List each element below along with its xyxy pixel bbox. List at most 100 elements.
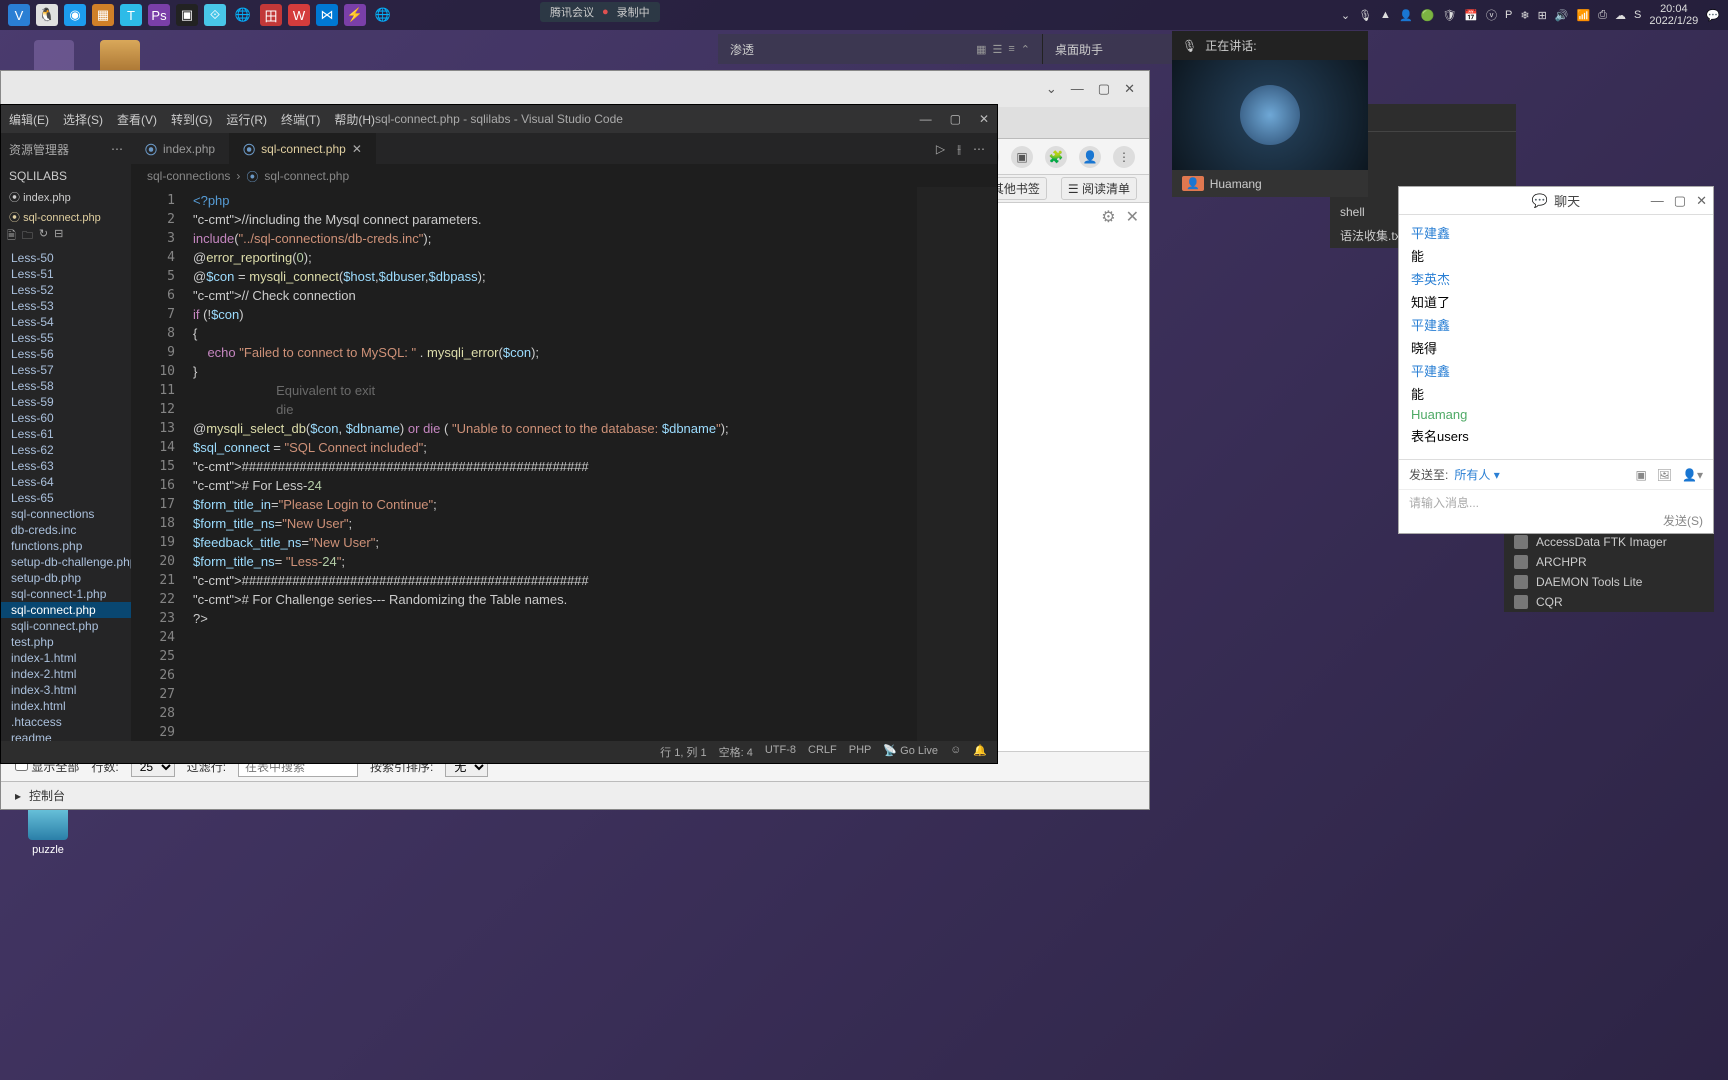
collapse-icon[interactable]: ⊟ [54,227,63,246]
breadcrumb-item[interactable]: sql-connect.php [264,169,349,183]
tray-icon[interactable]: ☁ [1615,9,1626,22]
tree-item[interactable]: sql-connect-1.php [1,586,131,602]
tray-icon[interactable]: 👤 [1399,9,1413,22]
tree-item[interactable]: Less-56 [1,346,131,362]
app-list-item[interactable]: ARCHPR [1504,552,1714,572]
taskbar-app-icon[interactable]: ⋈ [316,4,338,26]
tree-item[interactable]: index-1.html [1,650,131,666]
tree-item[interactable]: Less-52 [1,282,131,298]
tree-item[interactable]: Less-60 [1,410,131,426]
taskbar-app-icon[interactable]: V [8,4,30,26]
tree-item[interactable]: Less-63 [1,458,131,474]
tree-item[interactable]: Less-53 [1,298,131,314]
close-icon[interactable]: ✕ [979,112,989,126]
tree-item[interactable]: Less-57 [1,362,131,378]
tree-item[interactable]: Less-61 [1,426,131,442]
tree-item[interactable]: Less-55 [1,330,131,346]
tray-icon[interactable]: 🛡 [1442,9,1456,22]
taskbar-app-icon[interactable]: Ps [148,4,170,26]
encoding-status[interactable]: UTF-8 [765,744,796,760]
menu-item[interactable]: 运行(R) [226,111,267,128]
language-status[interactable]: PHP [849,744,872,760]
golive-status[interactable]: 📡 Go Live [883,744,938,760]
tray-icon[interactable]: 🟢 [1421,9,1435,22]
system-clock[interactable]: 20:04 2022/1/29 [1649,3,1698,27]
chat-titlebar[interactable]: 💬 聊天 —▢✕ [1399,187,1713,215]
tree-item[interactable]: setup-db.php [1,570,131,586]
indent-status[interactable]: 空格: 4 [719,744,753,760]
app-list-item[interactable]: DAEMON Tools Lite [1504,572,1714,592]
tree-item[interactable]: db-creds.inc [1,522,131,538]
taskbar-app-icon[interactable]: T [120,4,142,26]
menu-item[interactable]: 编辑(E) [9,111,49,128]
tree-item[interactable]: setup-db-challenge.php [1,554,131,570]
close-icon[interactable]: ✕ [1126,207,1139,227]
new-file-icon[interactable]: 🗎 [7,227,16,246]
tree-item[interactable]: sql-connections [1,506,131,522]
profile-avatar[interactable]: 👤 [1079,146,1101,168]
tree-item[interactable]: index.html [1,698,131,714]
editor-tab-active[interactable]: ⦿sql-connect.php ✕ [229,133,376,165]
app-list-item[interactable]: CQR [1504,592,1714,612]
app-list-item[interactable]: AccessData FTK Imager [1504,532,1714,552]
chat-messages[interactable]: 平建鑫能李英杰知道了平建鑫晓得平建鑫能Huamang表名users [1399,215,1713,459]
open-editor-item[interactable]: ⦿ sql-connect.php [9,209,101,225]
screenshot-icon[interactable]: ▣ [1635,468,1646,482]
tree-item[interactable]: .htaccess [1,714,131,730]
split-editor-icon[interactable]: ⫲ [957,142,961,157]
breadcrumb-item[interactable]: sql-connections [147,169,230,183]
tray-icon[interactable]: ▲ [1380,9,1391,21]
phpmyadmin-console[interactable]: ▸ 控制台 [1,781,1149,809]
toolbar-icon[interactable]: ▣ [1011,146,1033,168]
menu-item[interactable]: 查看(V) [117,111,157,128]
close-icon[interactable]: ✕ [1696,193,1707,209]
console-toggle-icon[interactable]: ▸ [15,789,21,803]
menu-item[interactable]: 终端(T) [281,111,320,128]
tree-item[interactable]: Less-58 [1,378,131,394]
tray-icon[interactable]: ⓥ [1486,7,1497,23]
tray-icon[interactable]: ⌄ [1341,9,1350,22]
tray-icon[interactable]: 📶 [1577,9,1591,22]
chat-send-button[interactable]: 发送(S) [1663,512,1703,529]
maximize-icon[interactable]: ▢ [950,112,961,126]
minimize-icon[interactable]: — [1651,193,1664,209]
tree-item[interactable]: index-3.html [1,682,131,698]
menu-item[interactable]: 转到(G) [171,111,212,128]
refresh-icon[interactable]: ↻ [39,227,48,246]
taskbar-app-icon[interactable]: ⚡ [344,4,366,26]
maximize-icon[interactable]: ▢ [1674,193,1686,209]
file-tree[interactable]: Less-50Less-51Less-52Less-53Less-54Less-… [1,250,131,741]
tray-icon[interactable]: P [1505,9,1512,21]
mic-icon[interactable]: 🎙 [1182,39,1197,53]
tree-item[interactable]: sqli-connect.php [1,618,131,634]
tree-item[interactable]: Less-59 [1,394,131,410]
settings-gear-icon[interactable]: ⚙ [1101,207,1115,227]
notification-icon[interactable]: 🔔 [973,744,987,760]
tree-item[interactable]: test.php [1,634,131,650]
open-editor-item[interactable]: ⦿ index.php [9,189,71,205]
run-icon[interactable]: ▷ [936,142,945,157]
editor-tab[interactable]: ⦿index.php [131,133,229,165]
cursor-position[interactable]: 行 1, 列 1 [660,744,706,760]
tray-icon[interactable]: 🔊 [1555,9,1569,22]
tree-item[interactable]: Less-62 [1,442,131,458]
menu-item[interactable]: 选择(S) [63,111,103,128]
tree-item[interactable]: index-2.html [1,666,131,682]
taskbar-app-icon[interactable]: ▣ [176,4,198,26]
tab-close-icon[interactable]: ✕ [352,142,362,156]
minimize-icon[interactable]: — [1071,81,1084,97]
kebab-menu-icon[interactable]: ⋮ [1113,146,1135,168]
tray-icon[interactable]: 📅 [1464,9,1478,22]
taskbar-app-icon[interactable]: W [288,4,310,26]
extensions-icon[interactable]: 🧩 [1045,146,1067,168]
tool-tab-left[interactable]: 渗透 ▦☰≡⌃ [718,34,1043,64]
tray-icon[interactable]: S [1634,9,1641,21]
menu-item[interactable]: 帮助(H) [334,111,375,128]
feedback-icon[interactable]: ☺ [950,744,961,760]
taskbar-app-icon[interactable]: ⟐ [204,4,226,26]
browser-titlebar[interactable]: ⌄ — ▢ ✕ [1,71,1149,107]
tray-icon[interactable]: ❄ [1520,9,1529,22]
tree-item[interactable]: Less-54 [1,314,131,330]
tree-item[interactable]: functions.php [1,538,131,554]
more-icon[interactable]: ⋯ [973,142,985,157]
